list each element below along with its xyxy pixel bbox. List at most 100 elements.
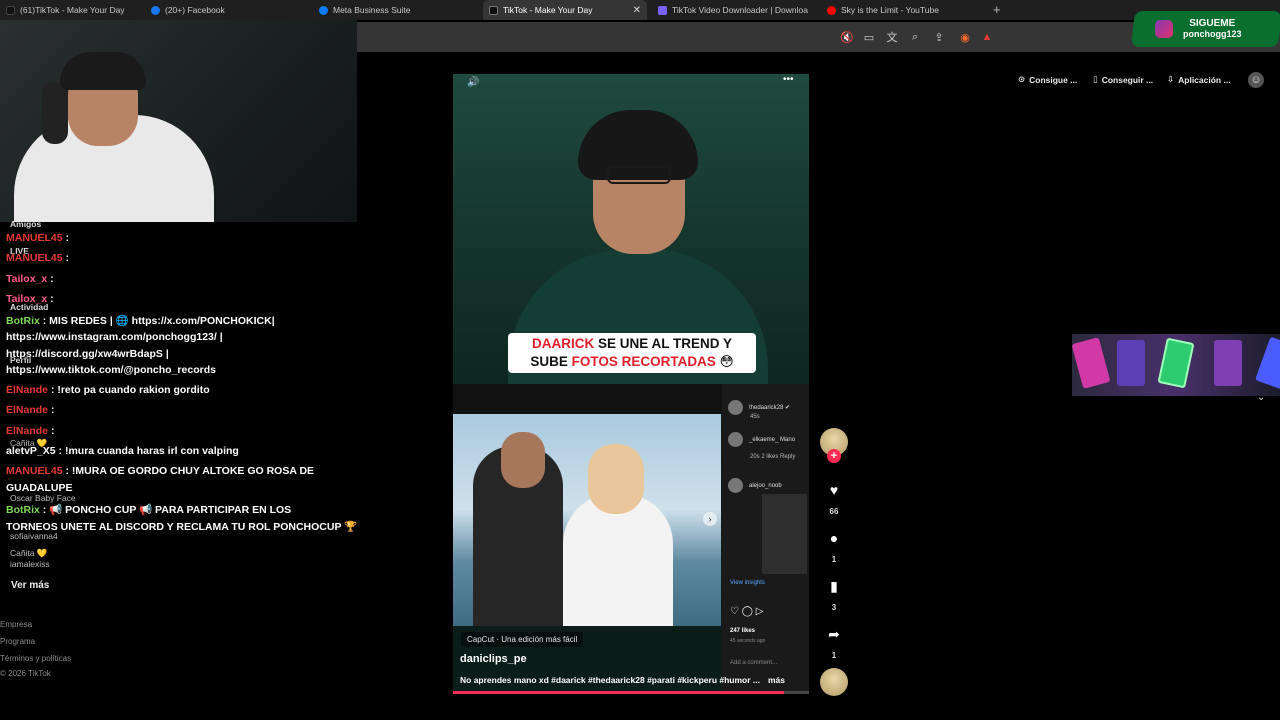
tab-tiktok-active[interactable]: TikTok - Make Your Day ✕: [483, 0, 647, 20]
video-person-glasses: [607, 166, 671, 184]
ig-username: alejoo_noob: [749, 482, 782, 489]
save-count: 3: [831, 603, 837, 612]
brave-shield-icon[interactable]: ◉: [957, 29, 973, 45]
translate-icon[interactable]: 文: [884, 29, 900, 45]
tab-tiktok-downloader[interactable]: TikTok Video Downloader | Downloa: [652, 0, 820, 20]
get-coins-link[interactable]: ⊙ Consigue ...: [1018, 74, 1077, 85]
chevron-down-icon[interactable]: ⌄: [1257, 392, 1265, 403]
chat-message: ElNande :: [6, 404, 54, 416]
chat-message-text: :: [50, 293, 54, 305]
chat-message-text: :: [50, 425, 55, 437]
footer-link[interactable]: Programa: [0, 637, 35, 646]
following-account-name: Oscar Baby Face: [10, 493, 76, 503]
creator-avatar-button[interactable]: +: [820, 428, 848, 463]
chat-message: https://discord.gg/xw4wrBdapS |: [6, 348, 169, 360]
video-player[interactable]: 🔊 ••• DAARICK SE UNE AL TREND Y SUBE FOTO…: [453, 74, 809, 694]
mute-tab-icon[interactable]: 🔇: [839, 29, 855, 45]
new-tab-button[interactable]: +: [993, 2, 1001, 17]
chat-message-text: : !mura cuanda haras irl con valping: [58, 445, 239, 457]
comment-count: 1: [831, 555, 837, 564]
more-options-icon[interactable]: •••: [783, 74, 794, 85]
tab-tiktok-1[interactable]: (61)TikTok - Make Your Day: [0, 0, 145, 20]
see-more-link[interactable]: Ver más: [11, 580, 49, 591]
sound-disc[interactable]: [820, 668, 848, 696]
cast-icon[interactable]: ▭: [861, 29, 877, 45]
promo-card: [1117, 340, 1145, 386]
ig-avatar: [728, 400, 743, 415]
webcam-headset: [42, 82, 68, 144]
footer-link[interactable]: © 2026 TikTok: [0, 669, 51, 678]
chat-message-text: :: [50, 273, 54, 285]
video-progress-fill: [453, 691, 785, 694]
tab-close-icon[interactable]: ✕: [633, 5, 641, 16]
pc-app-link[interactable]: ⇩ Aplicación ...: [1167, 74, 1231, 85]
chat-message: ElNande :: [6, 425, 54, 437]
chat-message: BotRix : 📢 PONCHO CUP 📢 PARA PARTICIPAR …: [6, 503, 291, 516]
chat-username: ElNande: [6, 384, 51, 396]
caption-segment: SE UNE AL TREND Y: [594, 336, 733, 351]
share-button[interactable]: ➦ 1: [820, 620, 848, 661]
tab-label: (20+) Facebook: [165, 5, 225, 15]
tab-facebook[interactable]: (20+) Facebook: [145, 0, 312, 20]
footer-link[interactable]: Términos y políticas: [0, 654, 71, 663]
facebook-favicon: [151, 5, 160, 15]
ig-likes: 247 likes: [730, 628, 756, 634]
coin-icon: ⊙: [1018, 74, 1026, 84]
comment-button[interactable]: ● 1: [820, 524, 848, 564]
photo-next-arrow[interactable]: ›: [703, 512, 717, 526]
chat-message-text: :: [50, 404, 55, 416]
promo-banner[interactable]: [1072, 334, 1280, 396]
footer-link[interactable]: Empresa: [0, 620, 32, 629]
chat-message: Tailox_x :: [6, 293, 54, 305]
chat-message-text: TORNEOS UNETE AL DISCORD Y RECLAMA TU RO…: [6, 521, 358, 533]
chat-message-text: GUADALUPE: [6, 482, 73, 494]
ig-avatar: [728, 478, 743, 493]
chat-username: BotRix: [6, 504, 43, 516]
chat-username: Tailox_x: [6, 273, 51, 285]
music-disc-icon: [820, 668, 848, 696]
get-app-link[interactable]: ▯ Conseguir ...: [1093, 74, 1153, 85]
tab-label: TikTok - Make Your Day: [503, 5, 593, 15]
promo-card: [1214, 340, 1242, 386]
chat-message: MANUEL45 : !MURA OE GORDO CHUY ALTOKE GO…: [6, 465, 314, 477]
follow-badge-handle: ponchogg123: [1183, 29, 1242, 39]
chat-username: MANUEL45: [6, 252, 66, 264]
tab-label: Sky is the Limit - YouTube: [841, 5, 939, 15]
following-account-name: iamalexiss: [10, 559, 50, 569]
tab-youtube[interactable]: Sky is the Limit - YouTube: [821, 0, 986, 20]
video-progress-bar[interactable]: [453, 691, 809, 694]
tab-meta-business[interactable]: Meta Business Suite: [313, 0, 481, 20]
tab-label: Meta Business Suite: [333, 5, 411, 15]
promo-card: [1072, 337, 1111, 389]
get-app-label: Conseguir ...: [1101, 74, 1154, 85]
chat-username: ElNande: [6, 404, 51, 416]
chat-message-text: :: [65, 232, 70, 244]
download-icon: ⇩: [1167, 74, 1175, 84]
save-button[interactable]: ▮ 3: [820, 572, 848, 613]
zoom-icon[interactable]: ⌕: [907, 29, 923, 45]
like-button[interactable]: ♥ 66: [820, 476, 848, 516]
video-caption: DAARICK SE UNE AL TREND Y SUBE FOTOS RECO…: [508, 333, 756, 373]
chat-message: Tailox_x :: [6, 273, 54, 285]
more-link[interactable]: más: [768, 675, 785, 685]
capcut-tag[interactable]: CapCut · Una edición más fácil: [461, 632, 584, 647]
follow-badge: SIGUEME ponchogg123: [1131, 11, 1280, 47]
webcam-hair: [60, 52, 146, 90]
get-coins-label: Consigue ...: [1029, 74, 1078, 85]
rewards-icon[interactable]: ▲: [979, 29, 995, 45]
profile-avatar[interactable]: ☺: [1248, 72, 1264, 88]
volume-icon[interactable]: 🔊: [467, 77, 479, 88]
video-author[interactable]: daniclips_pe: [460, 653, 527, 665]
chat-message: aletvP_X5 : !mura cuanda haras irl con v…: [6, 445, 239, 457]
share-icon[interactable]: ⇪: [931, 29, 947, 45]
follow-plus-icon[interactable]: +: [827, 449, 841, 463]
following-account-name: Cañita 💛: [10, 548, 48, 558]
tab-label: TikTok Video Downloader | Downloa: [672, 5, 808, 15]
video-description: No aprendes mano xd #daarick #thedaarick…: [460, 675, 785, 685]
ig-likes-time: 45 seconds ago: [730, 638, 766, 644]
ig-meta: 45s: [750, 414, 760, 420]
promo-card: [1157, 337, 1195, 389]
ig-username: thedaarick28 ✔: [749, 405, 791, 411]
photo-woman-head: [588, 444, 644, 514]
chat-message-text: :: [65, 252, 70, 264]
